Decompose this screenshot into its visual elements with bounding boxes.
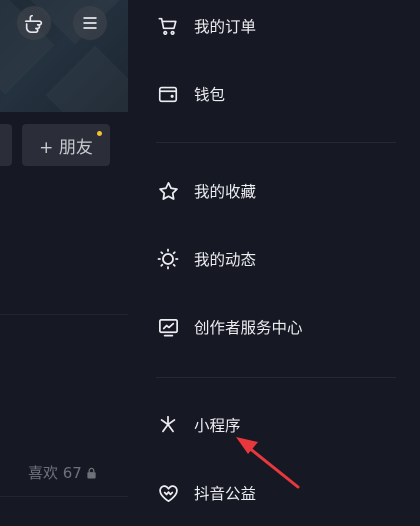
profile-page-background: + 朋友 喜欢 67 <box>0 0 128 526</box>
side-menu-drawer: 我的订单 钱包 我的收藏 我的动态 创作者服务中心 小程序 抖音公益 <box>128 0 420 526</box>
star-icon <box>156 179 180 203</box>
edit-profile-button[interactable] <box>0 124 12 166</box>
sun-icon <box>156 247 180 271</box>
menu-item-favorites[interactable]: 我的收藏 <box>156 174 256 208</box>
profile-banner <box>0 0 128 112</box>
menu-item-label: 钱包 <box>194 86 226 104</box>
divider <box>0 496 128 497</box>
menu-item-activity[interactable]: 我的动态 <box>156 242 256 276</box>
add-friend-label: + 朋友 <box>39 137 93 158</box>
menu-item-label: 我的动态 <box>194 251 257 269</box>
chart-monitor-icon <box>156 315 180 339</box>
menu-item-wallet[interactable]: 钱包 <box>156 77 225 111</box>
menu-item-orders[interactable]: 我的订单 <box>156 9 256 43</box>
menu-item-creator-center[interactable]: 创作者服务中心 <box>156 310 303 344</box>
menu-divider <box>156 142 396 143</box>
wallet-icon <box>156 82 180 106</box>
add-friend-button[interactable]: + 朋友 <box>22 124 110 166</box>
menu-item-mini-programs[interactable]: 小程序 <box>156 408 241 442</box>
menu-item-label: 小程序 <box>194 417 241 435</box>
likes-tab[interactable]: 喜欢 67 <box>28 462 97 483</box>
miniapp-icon <box>156 413 180 437</box>
likes-label: 喜欢 67 <box>28 464 82 482</box>
cart-icon <box>156 14 180 38</box>
menu-item-label: 抖音公益 <box>194 485 257 503</box>
divider <box>0 314 128 315</box>
menu-item-label: 我的订单 <box>194 18 257 36</box>
menu-item-charity[interactable]: 抖音公益 <box>156 476 256 510</box>
menu-item-label: 创作者服务中心 <box>194 319 303 337</box>
menu-divider <box>156 377 396 378</box>
lock-icon <box>87 467 96 478</box>
notification-dot <box>97 131 102 136</box>
menu-icon[interactable] <box>73 6 107 40</box>
menu-item-label: 我的收藏 <box>194 183 257 201</box>
heart-icon <box>156 481 180 505</box>
hand-pointer-icon[interactable] <box>17 6 51 40</box>
